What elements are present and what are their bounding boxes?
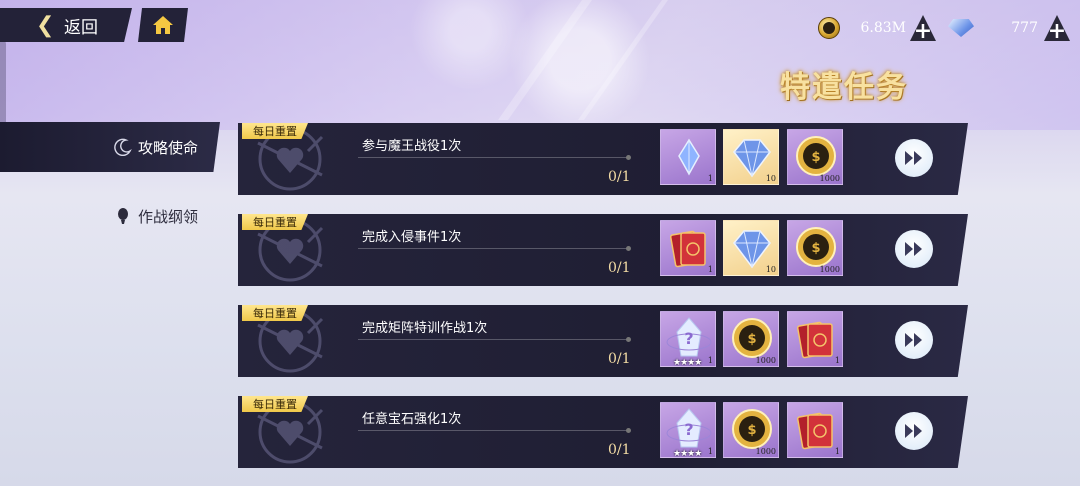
reward-count: 1000 xyxy=(755,447,776,456)
red-card-pack-icon xyxy=(788,403,842,457)
reward-count: 1 xyxy=(707,174,713,183)
reward-slot[interactable]: 1 xyxy=(660,129,716,185)
gem-resource: 777 + xyxy=(948,14,1070,42)
balloon-icon xyxy=(117,208,128,224)
gold-value: 6.83M xyxy=(860,20,906,36)
svg-text:$: $ xyxy=(747,332,756,347)
task-progress: 0/1 xyxy=(608,351,631,367)
daily-reset-tag: 每日重置 xyxy=(242,305,308,321)
reward-slot[interactable]: 10 xyxy=(723,129,779,185)
reward-count: 1 xyxy=(707,356,713,365)
add-gems-button[interactable]: + xyxy=(1044,15,1070,41)
go-button[interactable] xyxy=(895,139,933,177)
svg-text:?: ? xyxy=(684,420,693,439)
task-name: 完成入侵事件1次 xyxy=(362,230,462,245)
reward-stars: ★★★★ xyxy=(673,358,702,367)
reward-slot[interactable]: 10 xyxy=(723,220,779,276)
svg-text:$: $ xyxy=(747,423,756,438)
sidebar-item-label: 攻略使命 xyxy=(137,138,198,157)
home-icon xyxy=(153,16,173,34)
back-label: 返回 xyxy=(64,17,98,38)
reward-count: 1000 xyxy=(819,174,840,183)
daily-reset-tag: 每日重置 xyxy=(242,214,308,230)
fast-forward-icon xyxy=(905,151,922,165)
sidebar-item-label: 作战纲领 xyxy=(137,207,198,226)
edge-handle[interactable] xyxy=(0,40,6,126)
task-progress: 0/1 xyxy=(608,169,631,185)
task-progress: 0/1 xyxy=(608,260,631,276)
crescent-moon-icon xyxy=(114,138,132,156)
svg-text:?: ? xyxy=(684,329,693,348)
reward-slot[interactable]: $1000 xyxy=(787,129,843,185)
reward-count: 1000 xyxy=(755,356,776,365)
add-gold-button[interactable]: + xyxy=(910,15,936,41)
blue-gem-icon xyxy=(948,19,974,37)
reward-count: 10 xyxy=(765,265,776,274)
svg-text:$: $ xyxy=(811,241,820,256)
gold-coin-icon xyxy=(818,17,840,39)
reward-count: 1 xyxy=(834,356,840,365)
task-name: 参与魔王战役1次 xyxy=(362,139,462,154)
reward-count: 10 xyxy=(765,174,776,183)
reward-count: 1 xyxy=(707,447,713,456)
reward-slot[interactable]: 1 xyxy=(787,311,843,367)
task-row: 每日重置 任意宝石强化1次 0/1? 1 ★★★★ $1000 1 xyxy=(238,396,968,468)
gold-resource: 6.83M + xyxy=(818,14,936,42)
reward-slot[interactable]: ? 1 ★★★★ xyxy=(660,311,716,367)
blue-crystal-icon xyxy=(661,130,715,184)
progress-track xyxy=(358,155,631,160)
reward-count: 1 xyxy=(707,265,713,274)
go-button[interactable] xyxy=(895,230,933,268)
fast-forward-icon xyxy=(905,333,922,347)
task-name: 完成矩阵特训作战1次 xyxy=(362,321,488,336)
reward-slot[interactable]: 1 xyxy=(660,220,716,276)
red-card-pack-icon xyxy=(788,312,842,366)
go-button[interactable] xyxy=(895,321,933,359)
task-row: 每日重置参与魔王战役1次 0/1 1 10 $1000 xyxy=(238,123,968,195)
back-button[interactable]: ❮ 返回 xyxy=(0,8,132,42)
fast-forward-icon xyxy=(905,242,922,256)
task-row: 每日重置 完成矩阵特训作战1次 0/1? 1 ★★★★ $1000 1 xyxy=(238,305,968,377)
fast-forward-icon xyxy=(905,424,922,438)
reward-slot[interactable]: $1000 xyxy=(787,220,843,276)
task-progress: 0/1 xyxy=(608,442,631,458)
sidebar-item-strategy-mission[interactable]: 攻略使命 xyxy=(0,122,220,172)
reward-slot[interactable]: ? 1 ★★★★ xyxy=(660,402,716,458)
home-button[interactable] xyxy=(138,8,188,42)
progress-track xyxy=(358,428,631,433)
svg-text:$: $ xyxy=(811,150,820,165)
page-title: 特遣任务 xyxy=(780,70,908,105)
reward-stars: ★★★★ xyxy=(673,449,702,458)
reward-slot[interactable]: $1000 xyxy=(723,402,779,458)
reward-slot[interactable]: $1000 xyxy=(723,311,779,367)
reward-slot[interactable]: 1 xyxy=(787,402,843,458)
red-card-pack-icon xyxy=(661,221,715,275)
go-button[interactable] xyxy=(895,412,933,450)
progress-track xyxy=(358,337,631,342)
daily-reset-tag: 每日重置 xyxy=(242,123,308,139)
daily-reset-tag: 每日重置 xyxy=(242,396,308,412)
task-row: 每日重置完成入侵事件1次 0/1 1 10 $1000 xyxy=(238,214,968,286)
reward-count: 1000 xyxy=(819,265,840,274)
reward-count: 1 xyxy=(834,447,840,456)
sidebar-item-battle-program[interactable]: 作战纲领 xyxy=(0,196,220,236)
gem-value: 777 xyxy=(1011,20,1038,36)
chevron-left-icon: ❮ xyxy=(36,12,55,38)
progress-track xyxy=(358,246,631,251)
task-name: 任意宝石强化1次 xyxy=(362,412,462,427)
